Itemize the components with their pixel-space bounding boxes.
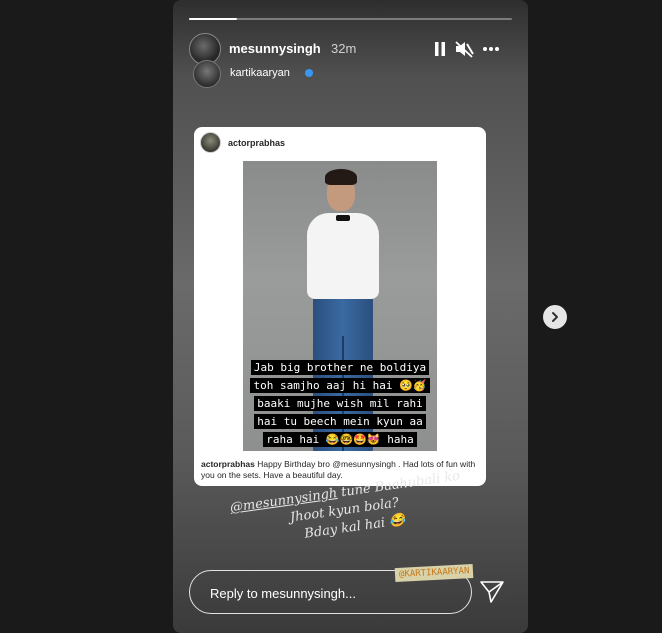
sub-avatar[interactable] xyxy=(193,60,221,88)
photo-figure-bowtie xyxy=(336,215,350,221)
story-text-overlay: Jab big brother ne boldiya toh samjho aa… xyxy=(230,358,450,448)
photo-figure-shirt xyxy=(307,213,379,299)
verified-badge-icon xyxy=(305,69,313,77)
card-username: actorprabhas xyxy=(228,138,286,148)
overlay-line: baaki mujhe wish mil rahi xyxy=(254,396,426,411)
mute-icon[interactable] xyxy=(453,38,475,60)
story-username[interactable]: mesunnysingh xyxy=(229,41,321,56)
pause-icon[interactable] xyxy=(429,38,451,60)
story-viewer[interactable]: mesunnysingh 32m kartikaaryan actorprabh… xyxy=(173,0,528,633)
chevron-right-icon xyxy=(552,312,558,322)
reply-placeholder: Reply to mesunnysingh... xyxy=(210,586,356,601)
next-story-button[interactable] xyxy=(543,305,567,329)
post-caption-user: actorprabhas xyxy=(201,459,255,469)
story-progress-fill xyxy=(189,18,238,20)
overlay-line: Jab big brother ne boldiya xyxy=(250,360,430,375)
sub-username[interactable]: kartikaaryan xyxy=(230,67,290,79)
overlay-line: toh samjho aaj hi hai 🥺🥳 xyxy=(250,378,430,393)
more-icon[interactable] xyxy=(480,38,502,60)
shared-post-card[interactable]: actorprabhas Jab big brother ne boldiya … xyxy=(194,127,486,486)
overlay-line: hai tu beech mein kyun aa xyxy=(254,414,426,429)
photo-figure-hair xyxy=(325,169,357,185)
story-progress-bar xyxy=(189,18,512,20)
send-icon[interactable] xyxy=(479,578,505,604)
card-avatar xyxy=(200,132,221,153)
story-time: 32m xyxy=(331,41,357,56)
overlay-line: raha hai 😂🤓🤩😻 haha xyxy=(263,432,417,447)
